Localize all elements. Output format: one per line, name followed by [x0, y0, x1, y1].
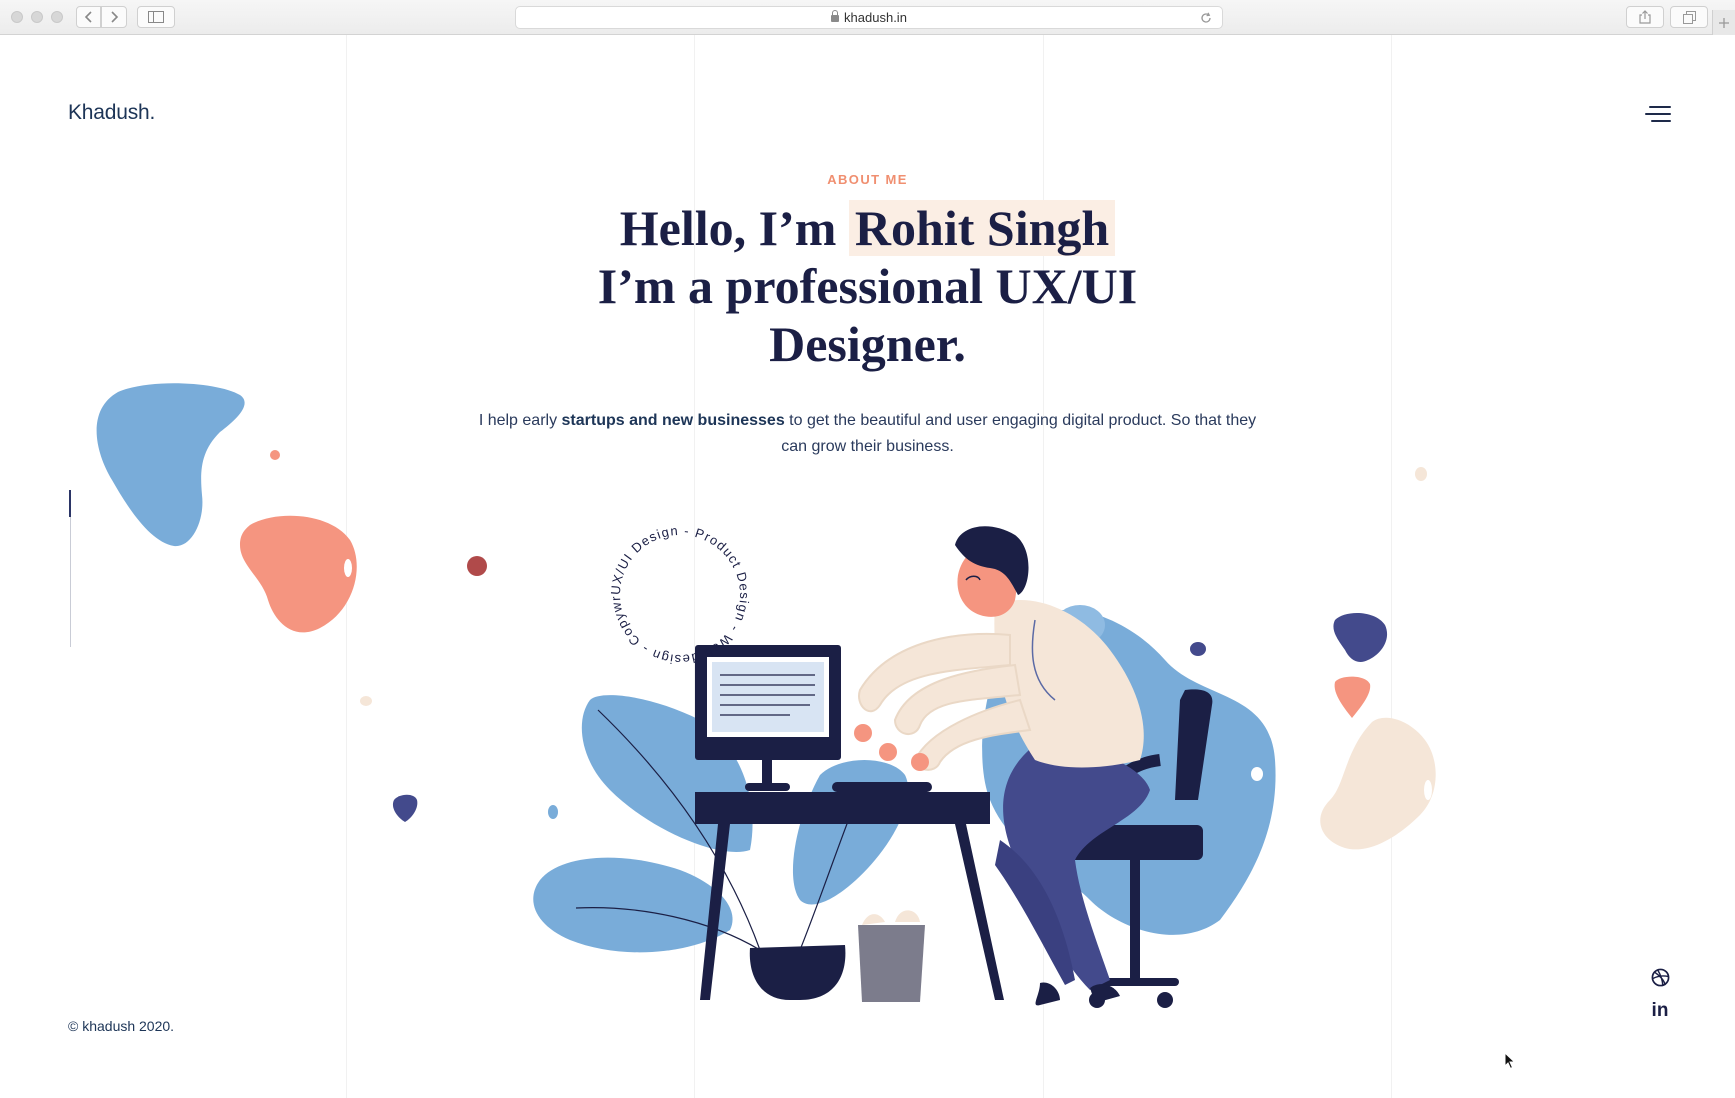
navy-droplet — [392, 794, 418, 822]
salmon-droplet — [1334, 676, 1371, 718]
blue-blob — [96, 383, 245, 547]
dribbble-link[interactable] — [1649, 966, 1671, 988]
footer-copyright: © khadush 2020. — [68, 1018, 175, 1034]
plus-icon — [1719, 17, 1729, 28]
browser-toolbar: khadush.in — [0, 0, 1735, 35]
intro-text-bold: startups and new businesses — [561, 412, 785, 429]
new-tab-button[interactable] — [1712, 10, 1735, 35]
back-button[interactable] — [76, 6, 101, 28]
designer-illustration: UX/UI Design - Product Design - Web desi… — [500, 505, 1276, 1008]
address-bar[interactable]: khadush.in — [515, 6, 1223, 29]
hero-intro: I help early startups and new businesses… — [470, 408, 1265, 460]
tab-overview-button[interactable] — [1670, 6, 1708, 28]
menu-line — [1645, 113, 1671, 115]
rotating-badge-text: UX/UI Design - Product Design - Web desi… — [500, 505, 752, 667]
zoom-window-button[interactable] — [51, 11, 63, 23]
chevron-right-icon — [111, 11, 119, 23]
hamburger-menu-button[interactable] — [1645, 106, 1671, 124]
tabs-icon — [1682, 10, 1696, 24]
menu-line — [1649, 106, 1671, 108]
mouse-cursor-icon — [1504, 1052, 1516, 1070]
share-icon — [1639, 10, 1651, 24]
headline-name-highlight: Rohit Singh — [848, 200, 1116, 256]
reload-icon[interactable] — [1200, 12, 1212, 24]
sidebar-icon — [148, 11, 164, 23]
headline-line-1: Hello, I’m Rohit Singh — [500, 199, 1235, 257]
chevron-left-icon — [84, 11, 92, 23]
site-logo[interactable]: Khadush. — [68, 101, 155, 125]
headline-greeting: Hello, I’m — [619, 200, 849, 256]
headline-line-2: I’m a professional UX/UI — [597, 258, 1138, 314]
lock-icon — [831, 10, 840, 22]
linkedin-icon: in — [1651, 1000, 1669, 1021]
address-bar-url: khadush.in — [844, 10, 907, 25]
menu-line — [1651, 120, 1671, 122]
close-window-button[interactable] — [11, 11, 23, 23]
scroll-indicator — [69, 490, 71, 647]
intro-text-start: I help early — [478, 412, 562, 429]
headline-line-3: Designer. — [769, 316, 966, 372]
section-eyebrow: ABOUT ME — [827, 172, 908, 187]
forward-button[interactable] — [101, 6, 127, 28]
salmon-blob — [240, 515, 357, 633]
cream-blob — [1320, 717, 1436, 850]
intro-text-end: to get the beautiful and user engaging d… — [781, 412, 1257, 455]
share-button[interactable] — [1626, 6, 1664, 28]
hero-headline: Hello, I’m Rohit Singh I’m a professiona… — [500, 199, 1235, 373]
minimize-window-button[interactable] — [31, 11, 43, 23]
sidebar-toggle-button[interactable] — [137, 6, 175, 28]
navy-blob — [1333, 613, 1388, 662]
dribbble-icon — [1651, 968, 1669, 986]
linkedin-link[interactable]: in — [1649, 1000, 1671, 1022]
